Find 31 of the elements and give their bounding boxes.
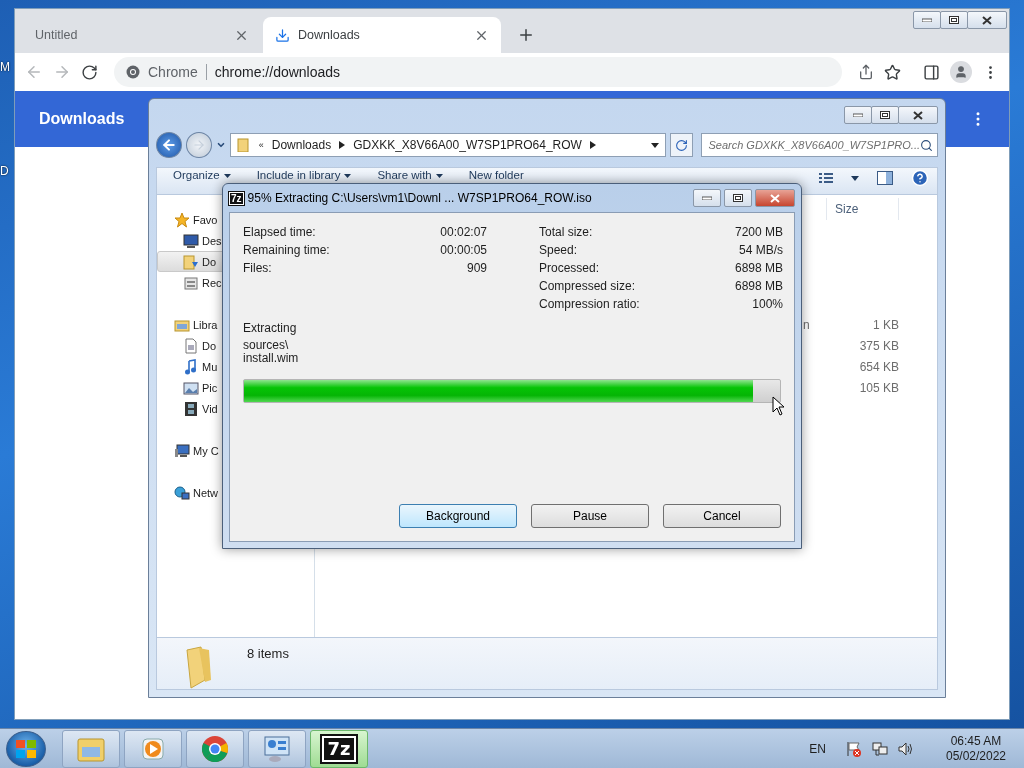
site-label: Chrome [148, 64, 207, 80]
dialog-title: 95% Extracting C:\Users\vm1\Downl ... W7SP1PRO64_ROW.iso [247, 191, 593, 205]
file-size: 375 KB [858, 338, 899, 353]
stat-label: Remaining time: [243, 243, 331, 257]
app-label: 7z [322, 735, 356, 762]
file-path: sources\ [243, 339, 290, 352]
stat-value: 6898 MB [734, 279, 783, 293]
stat-label: Elapsed time: [243, 225, 317, 239]
stat-value: 00:02:07 [440, 225, 487, 239]
stat-value: 100% [751, 297, 783, 311]
status-label: Extracting [243, 320, 298, 337]
stat-label: Compressed size: [539, 279, 637, 293]
app-icon: 7z [229, 191, 244, 205]
file-size: 105 KB [858, 380, 899, 395]
file-path: install.wim [243, 352, 300, 365]
file-size: 1 KB [872, 317, 899, 332]
stat-label: Speed: [539, 243, 579, 257]
page-title: Downloads [39, 110, 125, 128]
file-size: 654 KB [858, 359, 899, 374]
item-count: 8 items [247, 646, 289, 661]
stat-value: 909 [465, 261, 487, 275]
url-text: chrome://downloads [214, 64, 341, 80]
stat-value: 6898 MB [734, 261, 783, 275]
stat-label: Compression ratio: [539, 297, 641, 311]
stat-value: 54 MB/s [738, 243, 783, 257]
stat-label: Processed: [539, 261, 601, 275]
stat-value: 00:00:05 [440, 243, 487, 257]
stat-label: Total size: [539, 225, 594, 239]
stat-value: 7200 MB [734, 225, 783, 239]
stat-label: Files: [243, 261, 273, 275]
file-name: n [803, 317, 811, 332]
